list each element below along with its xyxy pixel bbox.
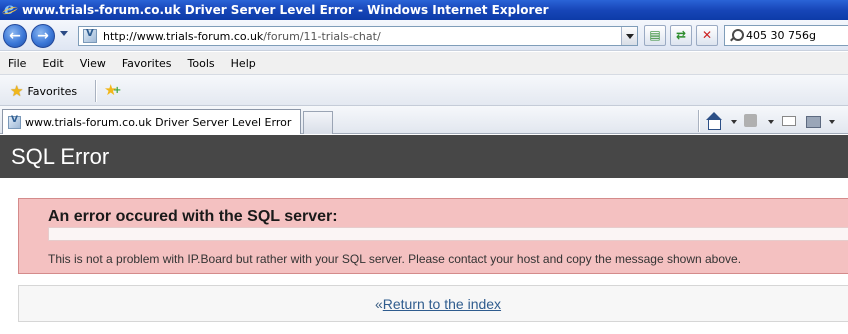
favorites-bar: ★ Favorites ★ bbox=[0, 74, 848, 106]
return-to-index-link[interactable]: Return to the index bbox=[383, 296, 501, 312]
menu-bar: File Edit View Favorites Tools Help bbox=[0, 52, 848, 74]
error-title: An error occured with the SQL server: bbox=[48, 208, 338, 225]
add-to-favorites-bar-icon[interactable]: ★ bbox=[104, 81, 122, 99]
page-title: SQL Error bbox=[0, 135, 848, 178]
tab-current[interactable]: www.trials-forum.co.uk Driver Server Lev… bbox=[2, 109, 301, 134]
command-bar-separator bbox=[698, 110, 700, 132]
feeds-dropdown-icon[interactable] bbox=[768, 120, 774, 124]
tab-favicon-icon bbox=[8, 115, 21, 129]
stop-button[interactable]: ✕ bbox=[696, 25, 718, 46]
tab-row: www.trials-forum.co.uk Driver Server Lev… bbox=[0, 106, 848, 134]
page-content: SQL Error An error occured with the SQL … bbox=[0, 135, 848, 334]
address-field[interactable]: http://www.trials-forum.co.uk/forum/11-t… bbox=[78, 26, 638, 46]
error-note: This is not a problem with IP.Board but … bbox=[48, 252, 742, 266]
favorites-separator bbox=[95, 80, 97, 102]
error-box: An error occured with the SQL server: Th… bbox=[18, 198, 848, 274]
menu-favorites[interactable]: Favorites bbox=[114, 57, 180, 70]
tab-label: www.trials-forum.co.uk Driver Server Lev… bbox=[25, 115, 292, 129]
return-box: «Return to the index bbox=[18, 285, 848, 322]
menu-edit[interactable]: Edit bbox=[34, 57, 71, 70]
menu-view[interactable]: View bbox=[72, 57, 114, 70]
search-value: 405 30 756g bbox=[746, 29, 816, 42]
navigation-bar: ← → http://www.trials-forum.co.uk/forum/… bbox=[0, 20, 848, 51]
back-button[interactable]: ← bbox=[3, 24, 27, 48]
ie-logo-icon bbox=[2, 0, 18, 18]
address-url[interactable]: http://www.trials-forum.co.uk/forum/11-t… bbox=[103, 30, 381, 43]
new-tab-button[interactable] bbox=[303, 111, 333, 134]
favorites-button[interactable]: ★ Favorites bbox=[4, 80, 83, 102]
favorites-label: Favorites bbox=[27, 84, 78, 98]
menu-file[interactable]: File bbox=[0, 57, 34, 70]
return-prefix: « bbox=[374, 296, 383, 312]
url-path: /forum/11-trials-chat/ bbox=[263, 29, 381, 43]
favorites-star-icon: ★ bbox=[10, 82, 24, 100]
menu-help[interactable]: Help bbox=[223, 57, 264, 70]
print-icon[interactable] bbox=[806, 116, 821, 128]
print-dropdown-icon[interactable] bbox=[829, 120, 835, 124]
error-message-field bbox=[48, 227, 848, 241]
search-input[interactable]: 405 30 756g bbox=[724, 25, 848, 46]
window-title: www.trials-forum.co.uk Driver Server Lev… bbox=[22, 3, 549, 17]
recent-pages-dropdown[interactable] bbox=[60, 31, 68, 36]
refresh-button[interactable]: ⇄ bbox=[670, 25, 692, 46]
url-domain: http://www.trials-forum.co.uk bbox=[103, 29, 264, 43]
menu-tools[interactable]: Tools bbox=[180, 57, 223, 70]
read-mail-icon[interactable] bbox=[782, 116, 796, 126]
compatibility-view-button[interactable]: ▤ bbox=[644, 25, 666, 46]
site-favicon-icon bbox=[83, 28, 97, 43]
search-icon[interactable] bbox=[729, 28, 744, 43]
feeds-icon[interactable] bbox=[744, 114, 757, 127]
address-dropdown-button[interactable] bbox=[621, 27, 637, 45]
window-titlebar: www.trials-forum.co.uk Driver Server Lev… bbox=[0, 0, 848, 20]
forward-button[interactable]: → bbox=[31, 24, 55, 48]
home-dropdown-icon[interactable] bbox=[731, 120, 737, 124]
